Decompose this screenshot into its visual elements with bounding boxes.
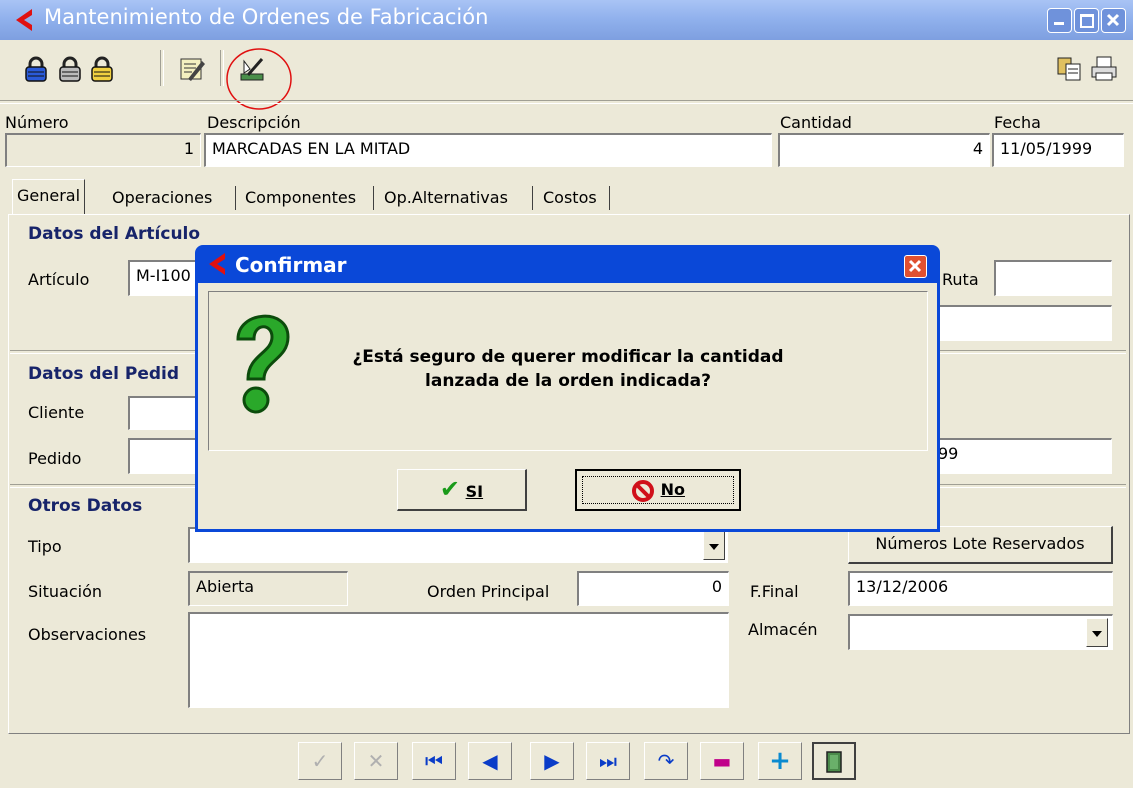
tipo-dropdown-button[interactable] xyxy=(703,531,725,560)
maximize-button[interactable] xyxy=(1074,8,1099,33)
first-record-button[interactable]: ⏮ xyxy=(412,742,456,780)
tipo-label: Tipo xyxy=(28,537,62,556)
articulo-section-title: Datos del Artículo xyxy=(28,224,201,244)
prior-record-button[interactable]: ◀ xyxy=(468,742,512,780)
tab-divider xyxy=(235,186,236,210)
close-icon xyxy=(908,259,922,273)
cliente-label: Cliente xyxy=(28,403,85,422)
lock-yellow-icon[interactable] xyxy=(88,55,116,83)
fecha-field[interactable]: 11/05/1999 xyxy=(992,133,1124,167)
message-line-1: ¿Está seguro de querer modificar la cant… xyxy=(352,347,784,367)
no-button[interactable]: No xyxy=(575,469,741,511)
toolbar xyxy=(0,40,1133,100)
door-icon xyxy=(826,751,842,773)
check-icon: ✔ xyxy=(439,475,461,503)
pedido-label: Pedido xyxy=(28,449,82,468)
descripcion-field[interactable]: MARCADAS EN LA MITAD xyxy=(204,133,772,167)
tipo-select[interactable] xyxy=(188,527,728,563)
pedido-section-title: Datos del Pedid xyxy=(28,364,180,384)
close-button[interactable] xyxy=(1101,8,1126,33)
almacen-dropdown-button[interactable] xyxy=(1086,618,1108,647)
question-icon xyxy=(236,314,290,414)
copy-icon[interactable] xyxy=(1055,55,1083,83)
edit-note-icon[interactable] xyxy=(178,55,206,83)
title-bar: Mantenimiento de Ordenes de Fabricación xyxy=(0,0,1133,40)
close-icon xyxy=(1106,13,1120,27)
tab-divider xyxy=(373,186,374,210)
pedido-date-field[interactable]: 99 xyxy=(930,438,1112,474)
tab-divider xyxy=(609,186,610,210)
app-logo-icon xyxy=(16,9,32,31)
tab-componentes[interactable]: Componentes xyxy=(241,182,360,214)
lock-gray-icon[interactable] xyxy=(56,55,84,83)
toolbar-divider xyxy=(0,100,1133,104)
confirm-button[interactable]: ✓ xyxy=(298,742,342,780)
last-record-button[interactable]: ⏭ xyxy=(586,742,630,780)
confirm-dialog: Confirmar ¿Está seguro de querer modific… xyxy=(195,245,940,532)
toolbar-separator xyxy=(220,50,224,86)
chevron-down-icon xyxy=(1092,631,1102,637)
toolbar-separator xyxy=(160,50,164,86)
ruta-label: Ruta xyxy=(942,270,979,289)
fecha-label: Fecha xyxy=(994,113,1041,132)
cancel-button[interactable]: ✕ xyxy=(354,742,398,780)
minimize-button[interactable] xyxy=(1047,8,1072,33)
articulo-label: Artículo xyxy=(28,270,90,289)
add-record-button[interactable]: + xyxy=(758,742,802,780)
window-title: Mantenimiento de Ordenes de Fabricación xyxy=(44,5,489,29)
app-logo-icon xyxy=(209,253,225,275)
tab-op-alternativas[interactable]: Op.Alternativas xyxy=(380,182,512,214)
chevron-down-icon xyxy=(709,544,719,550)
observaciones-label: Observaciones xyxy=(28,625,147,644)
numero-label: Número xyxy=(5,113,69,132)
ruta-field[interactable] xyxy=(994,260,1112,296)
next-record-button[interactable]: ▶ xyxy=(530,742,574,780)
observaciones-field[interactable] xyxy=(188,612,729,708)
refresh-button[interactable]: ↷ xyxy=(644,742,688,780)
print-icon[interactable] xyxy=(1090,55,1118,83)
descripcion-label: Descripción xyxy=(207,113,301,132)
situacion-field: Abierta xyxy=(188,571,348,606)
dialog-body: ¿Está seguro de querer modificar la cant… xyxy=(198,283,937,529)
dialog-title: Confirmar xyxy=(235,253,347,277)
cantidad-label: Cantidad xyxy=(780,113,852,132)
yes-label: SI xyxy=(465,482,484,501)
almacen-label: Almacén xyxy=(748,620,818,639)
exit-button[interactable] xyxy=(812,742,856,780)
situacion-label: Situación xyxy=(28,582,102,601)
orden-principal-label: Orden Principal xyxy=(427,582,550,601)
lock-blue-icon[interactable] xyxy=(22,55,50,83)
numero-field[interactable]: 1 xyxy=(5,133,201,167)
dialog-close-button[interactable] xyxy=(904,255,927,278)
yes-button[interactable]: ✔ SI xyxy=(397,469,527,511)
articulo-extra-field[interactable] xyxy=(935,305,1112,341)
ffinal-label: F.Final xyxy=(750,582,799,601)
message-line-2: lanzada de la orden indicada? xyxy=(425,371,711,391)
delete-record-button[interactable]: ▬ xyxy=(700,742,744,780)
tab-operaciones[interactable]: Operaciones xyxy=(108,182,216,214)
orden-principal-field[interactable]: 0 xyxy=(577,571,729,606)
tab-costos[interactable]: Costos xyxy=(539,182,601,214)
ffinal-field[interactable]: 13/12/2006 xyxy=(848,571,1113,606)
cantidad-field[interactable]: 4 xyxy=(778,133,990,167)
almacen-select[interactable] xyxy=(848,614,1113,650)
tab-general[interactable]: General xyxy=(12,179,86,214)
otros-section-title: Otros Datos xyxy=(28,496,143,516)
tab-divider xyxy=(532,186,533,210)
